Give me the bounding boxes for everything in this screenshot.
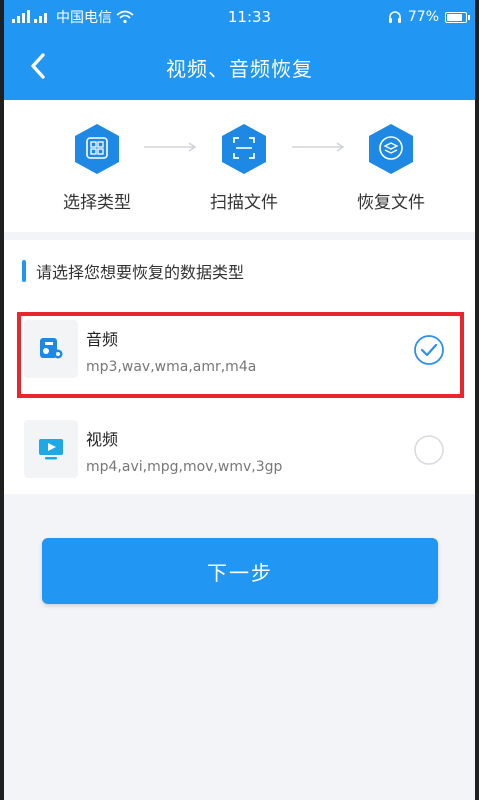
next-button[interactable]: 下一步: [42, 538, 438, 604]
battery-icon: [445, 11, 470, 23]
checkmark-circle-icon[interactable]: [413, 334, 445, 366]
step-select-type: 选择类型: [37, 122, 157, 213]
item-formats: mp4,avi,mpg,mov,wmv,3gp: [86, 459, 283, 475]
grid-icon: [75, 124, 119, 174]
wifi-icon: [116, 10, 134, 24]
clock: 11:33: [227, 8, 272, 26]
scan-icon: [222, 124, 266, 174]
data-type-list: 音频 mp3,wav,wma,amr,m4a 视频 mp4,avi,mpg,mo…: [4, 302, 475, 494]
list-item-video[interactable]: 视频 mp4,avi,mpg,mov,wmv,3gp: [4, 412, 475, 504]
section-header: 请选择您想要恢复的数据类型: [4, 240, 475, 302]
headset-icon: [388, 11, 401, 23]
unchecked-circle-icon[interactable]: [413, 434, 445, 466]
item-name: 视频: [86, 430, 119, 449]
page-title: 视频、音频恢复: [166, 56, 313, 81]
section-divider: [4, 232, 475, 240]
item-formats: mp3,wav,wma,amr,m4a: [86, 359, 257, 375]
section-title: 请选择您想要恢复的数据类型: [36, 263, 245, 282]
step-label: 选择类型: [63, 193, 131, 213]
step-scan-files: 扫描文件: [184, 122, 304, 213]
back-button[interactable]: [20, 48, 56, 84]
status-right: 77%: [347, 9, 470, 25]
step-restore-files: 恢复文件: [331, 122, 451, 213]
accent-bar: [22, 260, 26, 282]
app-frame: 中国电信 11:33 77% 视频、音频恢复 选择类型 扫描文件 恢复文件 请选…: [0, 0, 479, 800]
audio-icon: [24, 320, 78, 378]
layers-icon: [369, 124, 413, 174]
carrier-label: 中国电信: [56, 10, 112, 26]
item-name: 音频: [86, 330, 119, 349]
footer-area: 下一步: [4, 494, 475, 800]
step-label: 恢复文件: [357, 193, 425, 213]
battery-percent: 77%: [407, 9, 439, 25]
status-bar: 中国电信 11:33 77%: [4, 0, 475, 34]
step-label: 扫描文件: [210, 193, 278, 213]
signal-icon: [12, 10, 47, 23]
list-item-audio[interactable]: 音频 mp3,wav,wma,amr,m4a: [4, 312, 475, 404]
step-indicator: 选择类型 扫描文件 恢复文件: [4, 100, 475, 232]
app-header: 视频、音频恢复: [4, 34, 475, 100]
video-icon: [24, 420, 78, 478]
chevron-left-icon: [31, 53, 45, 79]
